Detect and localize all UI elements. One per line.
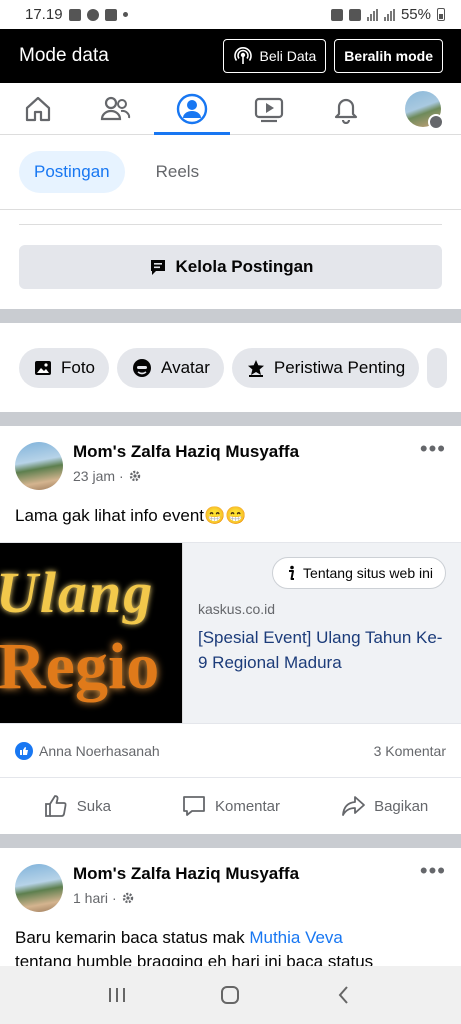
manage-posts-label: Kelola Postingan	[175, 257, 314, 276]
comment-button[interactable]: Komentar	[154, 793, 308, 819]
post-text-start: Baru kemarin baca status mak	[15, 928, 250, 947]
mode-title: Mode data	[19, 45, 109, 66]
broadcast-icon	[234, 47, 253, 64]
comment-label: Komentar	[214, 797, 281, 815]
section-separator	[0, 309, 461, 323]
lock-icon	[330, 8, 343, 21]
battery-icon	[437, 8, 445, 21]
privacy-gear-icon	[122, 892, 133, 904]
nav-menu[interactable]	[384, 83, 461, 134]
about-site-button[interactable]: Tentang situs web ini	[272, 557, 446, 589]
author-avatar[interactable]	[15, 864, 63, 912]
share-button[interactable]: Bagikan	[307, 793, 461, 819]
post-card: Mom's Zalfa Haziq Musyaffa 23 jam · ••• …	[0, 426, 461, 834]
post-more-button[interactable]: •••	[420, 438, 446, 504]
switch-mode-label: Beralih mode	[344, 48, 433, 64]
mute-icon	[348, 8, 361, 21]
battery-percent: 55%	[400, 6, 431, 23]
avatar-chip-label: Avatar	[161, 357, 210, 377]
share-icon	[342, 796, 365, 816]
nav-notifications[interactable]	[307, 83, 384, 134]
buy-data-label: Beli Data	[259, 48, 317, 64]
friends-icon	[101, 96, 131, 120]
author-avatar[interactable]	[15, 442, 63, 490]
author-name[interactable]: Mom's Zalfa Haziq Musyaffa	[73, 864, 420, 884]
comment-count[interactable]: 3 Komentar	[374, 743, 446, 759]
section-separator	[0, 834, 461, 848]
post-text: Lama gak lihat info event😁😁	[15, 506, 247, 525]
menu-badge-icon	[427, 113, 444, 130]
post-time[interactable]: 1 hari	[73, 890, 108, 906]
photo-chip-label: Foto	[61, 357, 96, 377]
notification-icon	[68, 8, 81, 21]
system-nav-bar	[0, 966, 461, 1024]
menu-avatar	[404, 90, 444, 130]
manage-posts-button[interactable]: Kelola Postingan	[19, 245, 442, 289]
recent-apps-icon[interactable]	[106, 985, 128, 1005]
post-time[interactable]: 23 jam	[73, 468, 115, 484]
mention-link[interactable]: Muthia Veva	[249, 928, 343, 947]
like-reaction-icon	[15, 741, 33, 760]
reaction-name: Anna Noerhasanah	[39, 742, 160, 759]
gallery-icon	[104, 8, 117, 21]
more-chip[interactable]	[427, 347, 448, 388]
life-event-chip[interactable]: Peristiwa Penting	[231, 347, 420, 388]
divider	[0, 209, 461, 210]
tab-posts[interactable]: Postingan	[19, 151, 125, 193]
home-icon	[26, 96, 51, 121]
switch-mode-button[interactable]: Beralih mode	[334, 39, 443, 73]
privacy-gear-icon	[129, 470, 140, 482]
messenger-icon	[86, 8, 99, 21]
reaction-summary[interactable]: Anna Noerhasanah	[15, 741, 160, 760]
nav-friends[interactable]	[77, 83, 154, 134]
data-mode-bar: Mode data Beli Data Beralih mode	[0, 29, 461, 83]
profile-tabs: Postingan Reels	[0, 135, 461, 209]
info-icon	[289, 565, 295, 580]
status-bar: 17.19 55%	[0, 0, 461, 29]
link-preview[interactable]: Ulang Regio Tentang situs web ini kaskus…	[0, 542, 461, 724]
post-card: Mom's Zalfa Haziq Musyaffa 1 hari · ••• …	[0, 848, 461, 974]
avatar-chip[interactable]: Avatar	[117, 347, 224, 388]
reactions-bar: Anna Noerhasanah 3 Komentar	[0, 724, 461, 778]
home-button-icon[interactable]	[219, 984, 241, 1006]
more-notifications-icon	[122, 12, 128, 17]
signal-icon-2	[383, 8, 395, 21]
star-icon	[247, 359, 264, 377]
bell-icon	[334, 98, 357, 124]
buy-data-button[interactable]: Beli Data	[223, 39, 327, 73]
nav-profile[interactable]	[153, 83, 231, 135]
avatar-icon	[133, 358, 152, 377]
main-nav	[0, 83, 461, 135]
life-event-chip-label: Peristiwa Penting	[273, 357, 406, 377]
comment-icon	[183, 796, 205, 816]
about-site-label: Tentang situs web ini	[303, 565, 433, 581]
thumbs-up-icon	[44, 795, 67, 817]
link-title: [Spesial Event] Ulang Tahun Ke-9 Regiona…	[198, 628, 443, 672]
tab-reels[interactable]: Reels	[141, 151, 214, 193]
post-more-button[interactable]: •••	[420, 860, 446, 926]
photo-chip[interactable]: Foto	[19, 347, 110, 388]
chat-bubble-icon	[150, 260, 165, 275]
thumbnail-text-2: Regio	[0, 630, 160, 703]
like-label: Suka	[76, 797, 111, 815]
photo-icon	[35, 360, 51, 375]
like-button[interactable]: Suka	[0, 793, 154, 819]
link-thumbnail: Ulang Regio	[0, 543, 183, 723]
author-name[interactable]: Mom's Zalfa Haziq Musyaffa	[73, 442, 420, 462]
nav-home[interactable]	[0, 83, 77, 134]
watch-icon	[254, 97, 283, 122]
section-separator	[0, 412, 461, 426]
profile-icon	[176, 93, 208, 124]
link-domain: kaskus.co.id	[198, 601, 276, 617]
signal-icon	[366, 8, 378, 21]
status-time: 17.19	[25, 6, 63, 23]
nav-watch[interactable]	[230, 83, 307, 134]
thumbnail-text-1: Ulang	[0, 560, 155, 625]
back-icon[interactable]	[333, 984, 355, 1006]
create-chips: Foto Avatar Peristiwa Penting	[0, 323, 461, 412]
post-actions: Suka Komentar Bagikan	[0, 778, 461, 834]
share-label: Bagikan	[374, 797, 429, 815]
